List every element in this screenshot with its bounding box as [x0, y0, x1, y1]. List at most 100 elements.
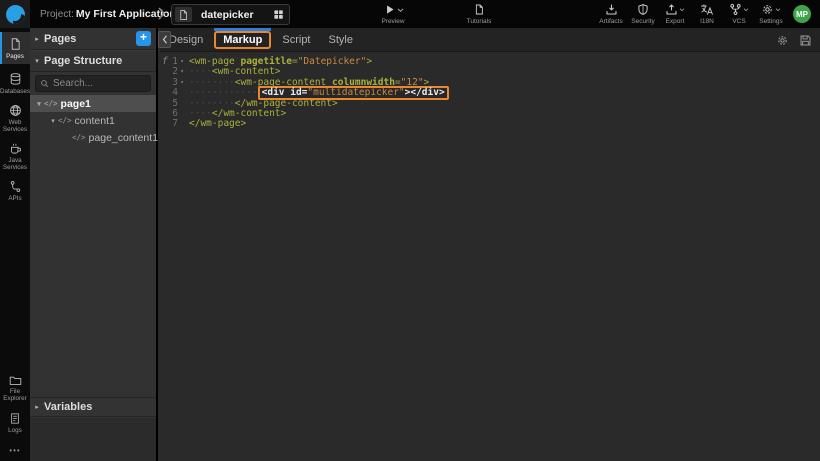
- logs-label: Logs: [8, 427, 22, 434]
- widget-code-icon: </>: [44, 99, 58, 108]
- caret-right-icon: ▸: [30, 403, 44, 411]
- translate-icon: [700, 3, 714, 16]
- fold-caret-icon[interactable]: ▾: [178, 57, 186, 67]
- chevron-down-icon: [397, 8, 404, 13]
- open-page-tab[interactable]: datepicker: [171, 4, 290, 25]
- vcs-button[interactable]: VCS: [726, 3, 752, 25]
- logs-icon: [9, 412, 21, 425]
- tree-label: content1: [75, 115, 115, 127]
- sidebar-item-pages[interactable]: Pages: [0, 32, 30, 64]
- tutorials-button[interactable]: Tutorials: [458, 3, 500, 25]
- security-button[interactable]: Security: [630, 3, 656, 25]
- sidebar-item-java-services[interactable]: Java Services: [0, 138, 30, 174]
- sidebar-item-apis[interactable]: APIs: [0, 176, 30, 206]
- sidebar-item-databases[interactable]: Databases: [0, 68, 30, 98]
- tab-markup[interactable]: Markup: [214, 31, 271, 49]
- artifacts-button[interactable]: Artifacts: [598, 3, 624, 25]
- gear-icon: [761, 3, 774, 16]
- breadcrumb-chevron-icon: [157, 6, 166, 21]
- sidebar-item-file-explorer[interactable]: File Explorer: [0, 370, 30, 406]
- code-line-6[interactable]: 6 ····</wm-content>: [160, 109, 820, 119]
- user-avatar[interactable]: MP: [793, 5, 811, 23]
- play-icon: [383, 3, 396, 16]
- artifacts-label: Artifacts: [599, 18, 622, 25]
- markup-code-editor[interactable]: f1▾ <wm-page pagetitle="Datepicker"> 2▾ …: [160, 52, 820, 130]
- tab-style[interactable]: Style: [320, 31, 362, 49]
- sidebar-item-logs[interactable]: Logs: [0, 408, 30, 438]
- caret-right-icon: ▸: [30, 35, 44, 43]
- variables-section-header[interactable]: ▸ Variables: [30, 397, 156, 417]
- security-label: Security: [631, 18, 654, 25]
- tree-row-content1[interactable]: ▾ </> content1: [30, 112, 156, 129]
- main-sidebar: Pages Databases Web Services Java Servic…: [0, 28, 30, 461]
- wavemaker-logo-icon: [6, 5, 25, 24]
- coffee-cup-icon: [9, 142, 22, 155]
- open-page-tab-label: datepicker: [201, 9, 273, 21]
- apis-label: APIs: [8, 195, 21, 202]
- java-services-label: Java Services: [0, 157, 30, 171]
- fold-caret-icon[interactable]: ▾: [178, 78, 186, 88]
- pages-section-header[interactable]: ▸ Pages +: [30, 28, 156, 50]
- tree-row-page1[interactable]: ▾ </> page1: [30, 95, 156, 112]
- top-bar: Project: My First Application datepicker: [0, 0, 820, 28]
- app-logo[interactable]: [0, 0, 30, 28]
- pages-panel: ▸ Pages + ▾ Page Structure ▾ </> page1 ▾…: [30, 28, 158, 461]
- editor-actions: [776, 28, 812, 52]
- page-list-grid-icon[interactable]: [273, 9, 284, 20]
- vcs-label: VCS: [732, 18, 745, 25]
- database-icon: [9, 72, 22, 86]
- highlighted-code-annotation: <div id="multidatepicker"></div>: [258, 86, 449, 100]
- fold-caret-icon[interactable]: ▾: [178, 67, 186, 77]
- page-file-icon: [175, 7, 192, 22]
- project-label: Project:: [40, 9, 74, 20]
- editor-tab-bar: Design Markup Script Style: [160, 28, 820, 52]
- branch-icon: [729, 3, 742, 16]
- editor-area: Design Markup Script Style f1▾ <wm-page …: [160, 28, 820, 461]
- search-input[interactable]: [53, 78, 146, 89]
- gutter: 4: [160, 88, 186, 98]
- preview-label: Preview: [381, 18, 404, 25]
- structure-search-row: [30, 72, 156, 95]
- export-button[interactable]: Export: [662, 3, 688, 25]
- tree-label: page_content1: [89, 132, 158, 144]
- code-line-4[interactable]: 4 ············<div id="multidatepicker">…: [160, 88, 820, 98]
- search-icon: [40, 79, 49, 88]
- sidebar-more-button[interactable]: •••: [0, 446, 30, 455]
- i18n-button[interactable]: I18N: [694, 3, 720, 25]
- sidebar-item-web-services[interactable]: Web Services: [0, 100, 30, 136]
- i18n-label: I18N: [700, 18, 714, 25]
- tutorials-label: Tutorials: [467, 18, 492, 25]
- chevron-down-icon: [775, 8, 781, 12]
- search-box[interactable]: [35, 75, 151, 92]
- export-label: Export: [666, 18, 685, 25]
- panel-collapse-button[interactable]: [158, 31, 171, 48]
- pages-label: Pages: [6, 53, 24, 60]
- editor-settings-button[interactable]: [776, 34, 789, 47]
- preview-button[interactable]: Preview: [372, 3, 414, 25]
- caret-down-icon: ▾: [30, 57, 44, 65]
- folder-icon: [9, 374, 22, 386]
- add-page-button[interactable]: +: [136, 31, 151, 46]
- widget-code-icon: </>: [58, 116, 72, 125]
- web-services-label: Web Services: [0, 119, 30, 133]
- caret-down-icon[interactable]: ▾: [34, 100, 44, 108]
- page-structure-title: Page Structure: [44, 55, 156, 67]
- caret-down-icon[interactable]: ▾: [48, 117, 58, 125]
- settings-label: Settings: [759, 18, 783, 25]
- pages-section-title: Pages: [44, 33, 136, 45]
- databases-label: Databases: [0, 88, 30, 95]
- settings-button[interactable]: Settings: [758, 3, 784, 25]
- tree-label: page1: [61, 98, 91, 110]
- tab-script[interactable]: Script: [273, 31, 319, 49]
- page-structure-header[interactable]: ▾ Page Structure: [30, 50, 156, 72]
- tree-row-page-content1[interactable]: </> page_content1: [30, 129, 156, 146]
- code-line-7[interactable]: 7 </wm-page>: [160, 119, 820, 129]
- chevron-down-icon: [679, 8, 685, 12]
- chevron-down-icon: [743, 8, 749, 12]
- breadcrumb: Project: My First Application: [40, 0, 176, 28]
- topbar-actions: Artifacts Security: [598, 3, 784, 25]
- tutorials-doc-icon: [473, 3, 485, 16]
- gutter: 7: [160, 119, 186, 129]
- variables-section-title: Variables: [44, 401, 156, 413]
- save-button[interactable]: [799, 34, 812, 47]
